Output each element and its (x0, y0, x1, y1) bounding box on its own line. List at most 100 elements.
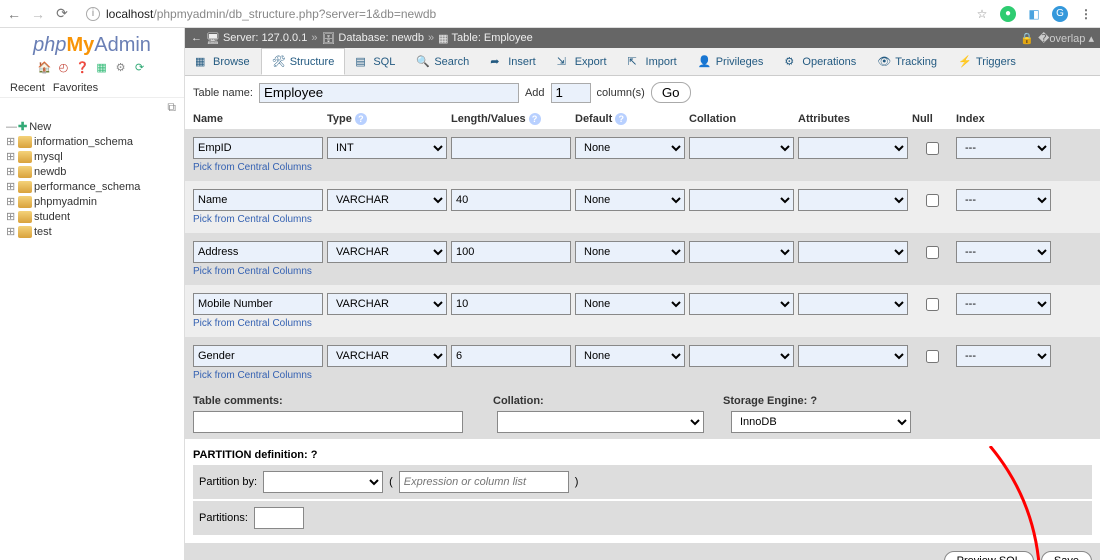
col-default-select[interactable]: None (575, 189, 685, 211)
col-type-select[interactable]: VARCHAR (327, 293, 447, 315)
profile-icon[interactable]: G (1052, 6, 1068, 22)
col-attributes-select[interactable] (798, 137, 908, 159)
col-collation-select[interactable] (689, 345, 794, 367)
col-name-input[interactable] (193, 241, 323, 263)
home-icon[interactable]: 🏠 (37, 61, 51, 75)
expand-icon[interactable]: ⊞ (6, 135, 16, 148)
col-default-select[interactable]: None (575, 345, 685, 367)
extension2-icon[interactable]: ◧ (1026, 6, 1042, 22)
col-length-input[interactable] (451, 189, 571, 211)
col-index-select[interactable]: --- (956, 345, 1051, 367)
help-icon[interactable]: ? (615, 113, 627, 125)
reload-icon[interactable]: ⟳ (54, 5, 70, 22)
col-length-input[interactable] (451, 293, 571, 315)
col-name-input[interactable] (193, 345, 323, 367)
tab-triggers[interactable]: ⚡Triggers (948, 48, 1027, 75)
tab-tracking[interactable]: 👁Tracking (867, 48, 948, 75)
new-db[interactable]: —✚ New (4, 119, 180, 134)
storage-engine-select[interactable]: InnoDB (731, 411, 911, 433)
col-null-checkbox[interactable] (926, 142, 939, 155)
col-attributes-select[interactable] (798, 293, 908, 315)
tab-export[interactable]: ⇲Export (547, 48, 618, 75)
pick-central-link[interactable]: Pick from Central Columns (193, 315, 1092, 329)
sql-icon[interactable]: ▦ (95, 61, 109, 75)
bc-database[interactable]: 🗄 Database: newdb (321, 32, 424, 45)
add-cols-input[interactable] (551, 83, 591, 103)
col-index-select[interactable]: --- (956, 137, 1051, 159)
db-item-student[interactable]: ⊞student (4, 209, 180, 224)
col-null-checkbox[interactable] (926, 350, 939, 363)
save-button[interactable]: Save (1041, 551, 1092, 560)
tab-import[interactable]: ⇱Import (618, 48, 688, 75)
logo[interactable]: phpMyAdmin (0, 28, 184, 59)
tab-structure[interactable]: 🛠Structure (261, 48, 346, 75)
db-item-information_schema[interactable]: ⊞information_schema (4, 134, 180, 149)
col-type-select[interactable]: VARCHAR (327, 345, 447, 367)
expand-icon[interactable]: ⊞ (6, 210, 16, 223)
partition-expr-input[interactable] (399, 471, 569, 493)
col-index-select[interactable]: --- (956, 241, 1051, 263)
tab-sql[interactable]: ▤SQL (345, 48, 406, 75)
table-collation-select[interactable] (497, 411, 704, 433)
help-icon[interactable]: ? (311, 449, 318, 461)
col-default-select[interactable]: None (575, 241, 685, 263)
tab-browse[interactable]: ▦Browse (185, 48, 261, 75)
col-null-checkbox[interactable] (926, 194, 939, 207)
partitions-input[interactable] (254, 507, 304, 529)
col-name-input[interactable] (193, 293, 323, 315)
bookmark-icon[interactable]: ☆ (974, 6, 990, 22)
pick-central-link[interactable]: Pick from Central Columns (193, 159, 1092, 173)
page-info-icon[interactable]: i (86, 7, 100, 21)
expand-icon[interactable]: ⊞ (6, 165, 16, 178)
pick-central-link[interactable]: Pick from Central Columns (193, 263, 1092, 277)
db-item-phpmyadmin[interactable]: ⊞phpmyadmin (4, 194, 180, 209)
col-attributes-select[interactable] (798, 345, 908, 367)
col-collation-select[interactable] (689, 189, 794, 211)
nav-forward-icon[interactable]: → (30, 6, 46, 22)
settings-icon[interactable]: ⚙ (114, 61, 128, 75)
col-index-select[interactable]: --- (956, 293, 1051, 315)
col-name-input[interactable] (193, 189, 323, 211)
extension-icon[interactable]: ● (1000, 6, 1016, 22)
address-bar[interactable]: i localhost/phpmyadmin/db_structure.php?… (78, 5, 966, 23)
expand-icon[interactable]: ⊞ (6, 150, 16, 163)
docs-icon[interactable]: ❓ (75, 61, 89, 75)
expand-icon[interactable]: ⊞ (6, 195, 16, 208)
lock-icon[interactable]: 🔒 (1020, 32, 1034, 45)
tab-insert[interactable]: ➦Insert (480, 48, 547, 75)
col-length-input[interactable] (451, 345, 571, 367)
tab-recent[interactable]: Recent (10, 82, 45, 94)
tab-search[interactable]: 🔍Search (406, 48, 480, 75)
tab-favorites[interactable]: Favorites (53, 82, 98, 94)
col-default-select[interactable]: None (575, 137, 685, 159)
link-icon[interactable]: ⧉ (0, 98, 184, 117)
col-attributes-select[interactable] (798, 189, 908, 211)
col-default-select[interactable]: None (575, 293, 685, 315)
reload-tree-icon[interactable]: ⟳ (133, 61, 147, 75)
nav-back-icon[interactable]: ← (6, 6, 22, 22)
tab-privileges[interactable]: 👤Privileges (688, 48, 775, 75)
db-item-newdb[interactable]: ⊞newdb (4, 164, 180, 179)
table-comments-input[interactable] (193, 411, 463, 433)
expand-icon[interactable]: ⊞ (6, 225, 16, 238)
col-null-checkbox[interactable] (926, 246, 939, 259)
col-collation-select[interactable] (689, 293, 794, 315)
tab-operations[interactable]: ⚙Operations (774, 48, 867, 75)
col-name-input[interactable] (193, 137, 323, 159)
help-icon[interactable]: ? (529, 113, 541, 125)
col-length-input[interactable] (451, 137, 571, 159)
db-item-test[interactable]: ⊞test (4, 224, 180, 239)
col-type-select[interactable]: INT (327, 137, 447, 159)
col-type-select[interactable]: VARCHAR (327, 189, 447, 211)
col-length-input[interactable] (451, 241, 571, 263)
nav-toggle-icon[interactable]: ← (191, 32, 202, 44)
db-item-performance_schema[interactable]: ⊞performance_schema (4, 179, 180, 194)
expand-icon[interactable]: ⊞ (6, 180, 16, 193)
logout-icon[interactable]: ◴ (56, 61, 70, 75)
pick-central-link[interactable]: Pick from Central Columns (193, 211, 1092, 225)
preview-sql-button[interactable]: Preview SQL (944, 551, 1034, 560)
bc-server[interactable]: 🖥 Server: 127.0.0.1 (206, 32, 307, 45)
col-attributes-select[interactable] (798, 241, 908, 263)
bc-table[interactable]: ▦ Table: Employee (438, 32, 533, 45)
pick-central-link[interactable]: Pick from Central Columns (193, 367, 1092, 381)
